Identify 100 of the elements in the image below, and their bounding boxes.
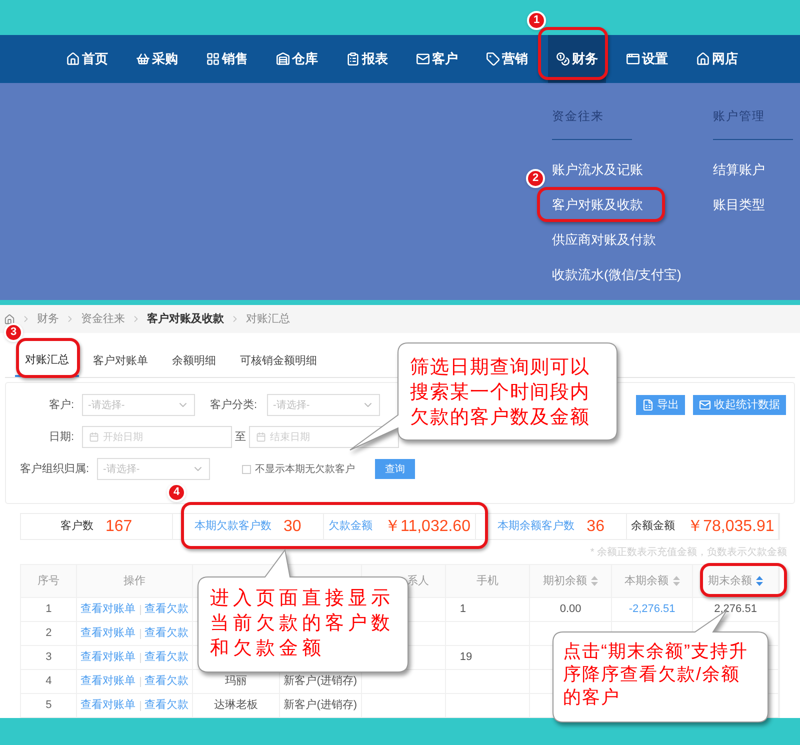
menu-item[interactable]: 账户流水及记账 [552,160,713,180]
column-header: 系人 [407,574,430,589]
table-cell-text: 2 [46,626,52,642]
menu-item[interactable]: 收款流水(微信/支付宝) [552,265,713,285]
table-cell-text: 19 [460,650,472,666]
field-label: 客户分类: [208,398,257,413]
row-link[interactable]: 查看对账单 [80,697,136,714]
nav-item[interactable]: 报表 [338,35,396,83]
column-header: 操作 [124,574,146,589]
nav-item[interactable]: 首页 [58,35,116,83]
warehouse-icon [276,52,290,66]
nav-item[interactable]: 财务 [548,35,606,83]
table-cell-text: -2,276.51 [628,602,676,618]
row-link[interactable]: 查看欠款 [144,649,189,666]
breadcrumb-item[interactable]: 资金往来 [81,310,125,328]
nav-item[interactable]: 仓库 [268,35,326,83]
row-link[interactable]: 查看对账单 [80,649,136,666]
action-button[interactable]: 导出 [636,395,685,415]
nav-item[interactable]: 营销 [478,35,536,83]
highlight-frame [16,338,80,378]
spreadsheet-icon [642,399,654,411]
envelope-icon [416,52,430,66]
row-link[interactable]: 查看对账单 [80,601,136,618]
menu-heading: 资金往来 [552,107,632,140]
menu-heading: 账户管理 [713,107,793,140]
stat-label[interactable]: 本期余额客户数 [498,518,575,535]
select-field[interactable]: -请选择- [97,458,210,480]
grid-icon [206,52,220,66]
table-cell-text: 新客户(进销存) [284,698,358,714]
stat-label: 客户数 [60,518,94,534]
clipboard-icon [346,52,360,66]
stat-label[interactable]: 欠款金额 [328,518,372,535]
sort-icon[interactable] [672,576,680,586]
envelope-icon [699,399,711,411]
table-cell-text: 玛丽 [224,674,247,690]
column-header[interactable]: 期初余额 [543,572,588,590]
checkbox[interactable] [242,464,251,474]
calendar-icon [89,432,99,442]
table-cell-text: 0.00 [560,602,582,618]
sort-icon[interactable] [591,576,598,586]
row-link[interactable]: 查看欠款 [144,601,189,618]
callout-text: 点击“期末余额”支持升序降序查看欠款/余额的客户 [563,640,749,709]
query-button[interactable]: 查询 [375,459,415,479]
tag-icon [486,52,500,66]
sort-icon[interactable] [756,576,763,586]
tab[interactable]: 对账汇总 [15,345,79,377]
callout-text: 进入页面直接显示当前欠款的客户数和欠款金额 [210,587,394,661]
stat-value: 30 [283,516,302,536]
house-icon [66,52,80,66]
checkbox-label: 不显示本期无欠款客户 [255,462,355,476]
stat-label: 余额金额 [631,518,676,534]
row-link[interactable]: 查看欠款 [144,673,189,690]
select-field[interactable]: -请选择- [82,394,195,416]
row-link[interactable]: 查看对账单 [80,625,136,642]
window-icon [626,52,640,66]
menu-item[interactable]: 供应商对账及付款 [552,230,713,250]
stat-value: 36 [586,516,604,536]
menu-item[interactable]: 账目类型 [713,195,798,215]
nav-item[interactable]: 采购 [128,35,186,83]
nav-item[interactable]: 设置 [618,35,676,83]
breadcrumb-item[interactable]: 财务 [37,310,59,328]
menu-item[interactable]: 结算账户 [713,160,798,180]
nav-item[interactable]: 网店 [688,35,746,83]
stat-value: 167 [105,516,132,536]
tab[interactable]: 余额明细 [162,345,226,377]
field-label: 客户: [48,398,74,413]
action-button[interactable]: 收起统计数据 [693,395,786,415]
breadcrumb-item[interactable]: 客户对账及收款 [147,310,224,328]
step-badge: 1 [527,11,546,30]
nav-item[interactable]: 客户 [408,35,466,83]
menu-item[interactable]: 客户对账及收款 [552,195,713,215]
breadcrumb-item[interactable]: 对账汇总 [246,310,290,328]
row-link[interactable]: 查看对账单 [80,673,136,690]
stat-label[interactable]: 本期欠款客户数 [194,518,272,535]
house-icon[interactable] [4,314,15,324]
table-cell-text: 4 [46,674,52,690]
column-header[interactable]: 期末余额 [708,572,752,590]
range-separator: 至 [235,430,246,445]
table-cell-text: 2,276.51 [714,602,757,618]
calendar-icon [256,432,266,442]
coins-icon [556,52,570,66]
table-cell-text: 5 [46,698,52,714]
tab[interactable]: 可核销金额明细 [230,345,327,377]
tab[interactable]: 客户对账单 [83,345,158,377]
field-label: 日期: [48,430,74,445]
house-icon [696,52,710,66]
nav-item[interactable]: 销售 [198,35,256,83]
row-link[interactable]: 查看欠款 [144,625,189,642]
stat-value: ￥78,035.91 [687,516,774,536]
table-cell-text: 1 [460,602,466,618]
column-header: 手机 [476,574,499,589]
table-cell-text: 1 [46,602,52,618]
select-field[interactable]: -请选择- [267,394,380,416]
field-label: 客户组织归属: [18,462,89,477]
table-cell-text: 新客户(进销存) [284,674,358,690]
column-header[interactable]: 本期余额 [624,572,669,590]
table-cell-text: 达琳老板 [214,698,258,714]
row-link[interactable]: 查看欠款 [144,697,189,714]
stat-value: ￥11,032.60 [384,516,470,536]
column-header: 序号 [38,574,60,589]
